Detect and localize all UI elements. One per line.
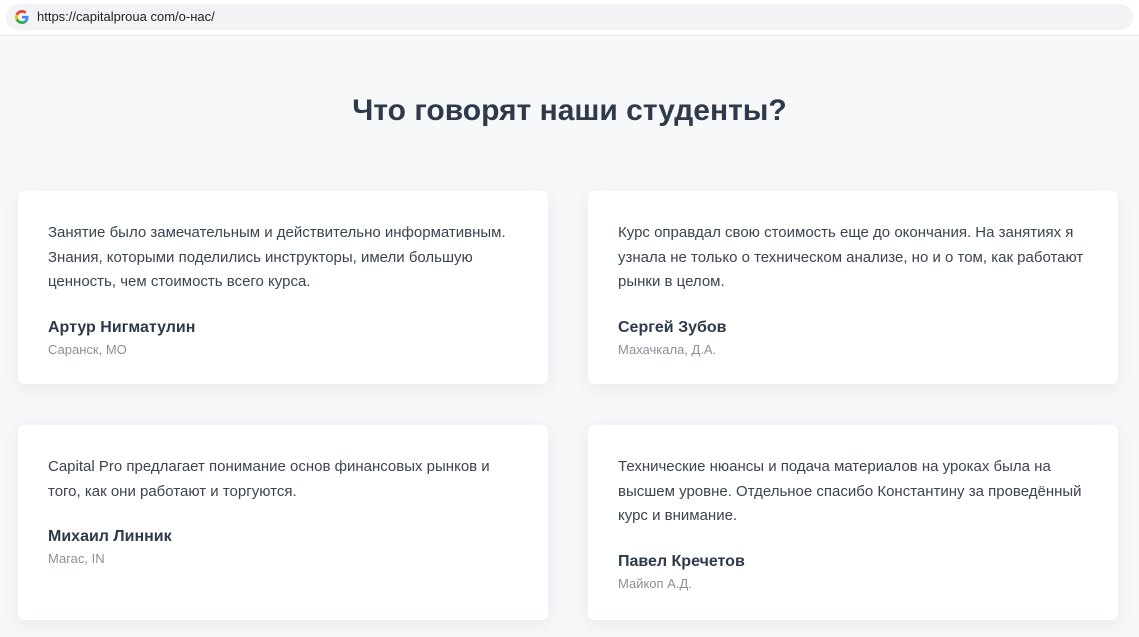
testimonial-quote: Технические нюансы и подача материалов н… <box>618 458 1082 524</box>
browser-address-bar: https://capitalproua com/о-нас/ <box>0 0 1139 36</box>
url-text[interactable]: https://capitalproua com/о-нас/ <box>37 10 215 24</box>
section-title: Что говорят наши студенты? <box>352 94 787 127</box>
testimonial-author: Сергей Зубов <box>618 318 727 336</box>
testimonial-author: Михаил Линник <box>48 528 172 545</box>
testimonial-location: Махачкала, Д.А. <box>618 341 717 357</box>
testimonial-quote: Курс оправдал свою стоимость еще до окон… <box>618 224 1084 290</box>
testimonial-card: Технические нюансы и подача материалов н… <box>588 425 1118 620</box>
testimonial-card: Занятие было замечательным и действитель… <box>18 191 548 384</box>
testimonial-quote: Занятие было замечательным и действитель… <box>48 224 506 290</box>
testimonial-location: Магас, IN <box>48 551 105 566</box>
testimonial-author: Артур Нигматулин <box>48 318 196 336</box>
testimonial-card: Capital Pro предлагает понимание основ ф… <box>18 425 548 620</box>
testimonial-location: Майкоп А.Д. <box>618 575 692 591</box>
testimonial-location: Саранск, МО <box>48 341 127 357</box>
page-content: Что говорят наши студенты? Занятие было … <box>0 37 1139 637</box>
testimonial-quote: Capital Pro предлагает понимание основ ф… <box>48 458 490 500</box>
testimonial-card: Курс оправдал свою стоимость еще до окон… <box>588 191 1118 384</box>
testimonial-author: Павел Кречетов <box>618 552 745 570</box>
url-field[interactable]: https://capitalproua com/о-нас/ <box>6 4 1133 30</box>
google-icon <box>15 10 29 24</box>
